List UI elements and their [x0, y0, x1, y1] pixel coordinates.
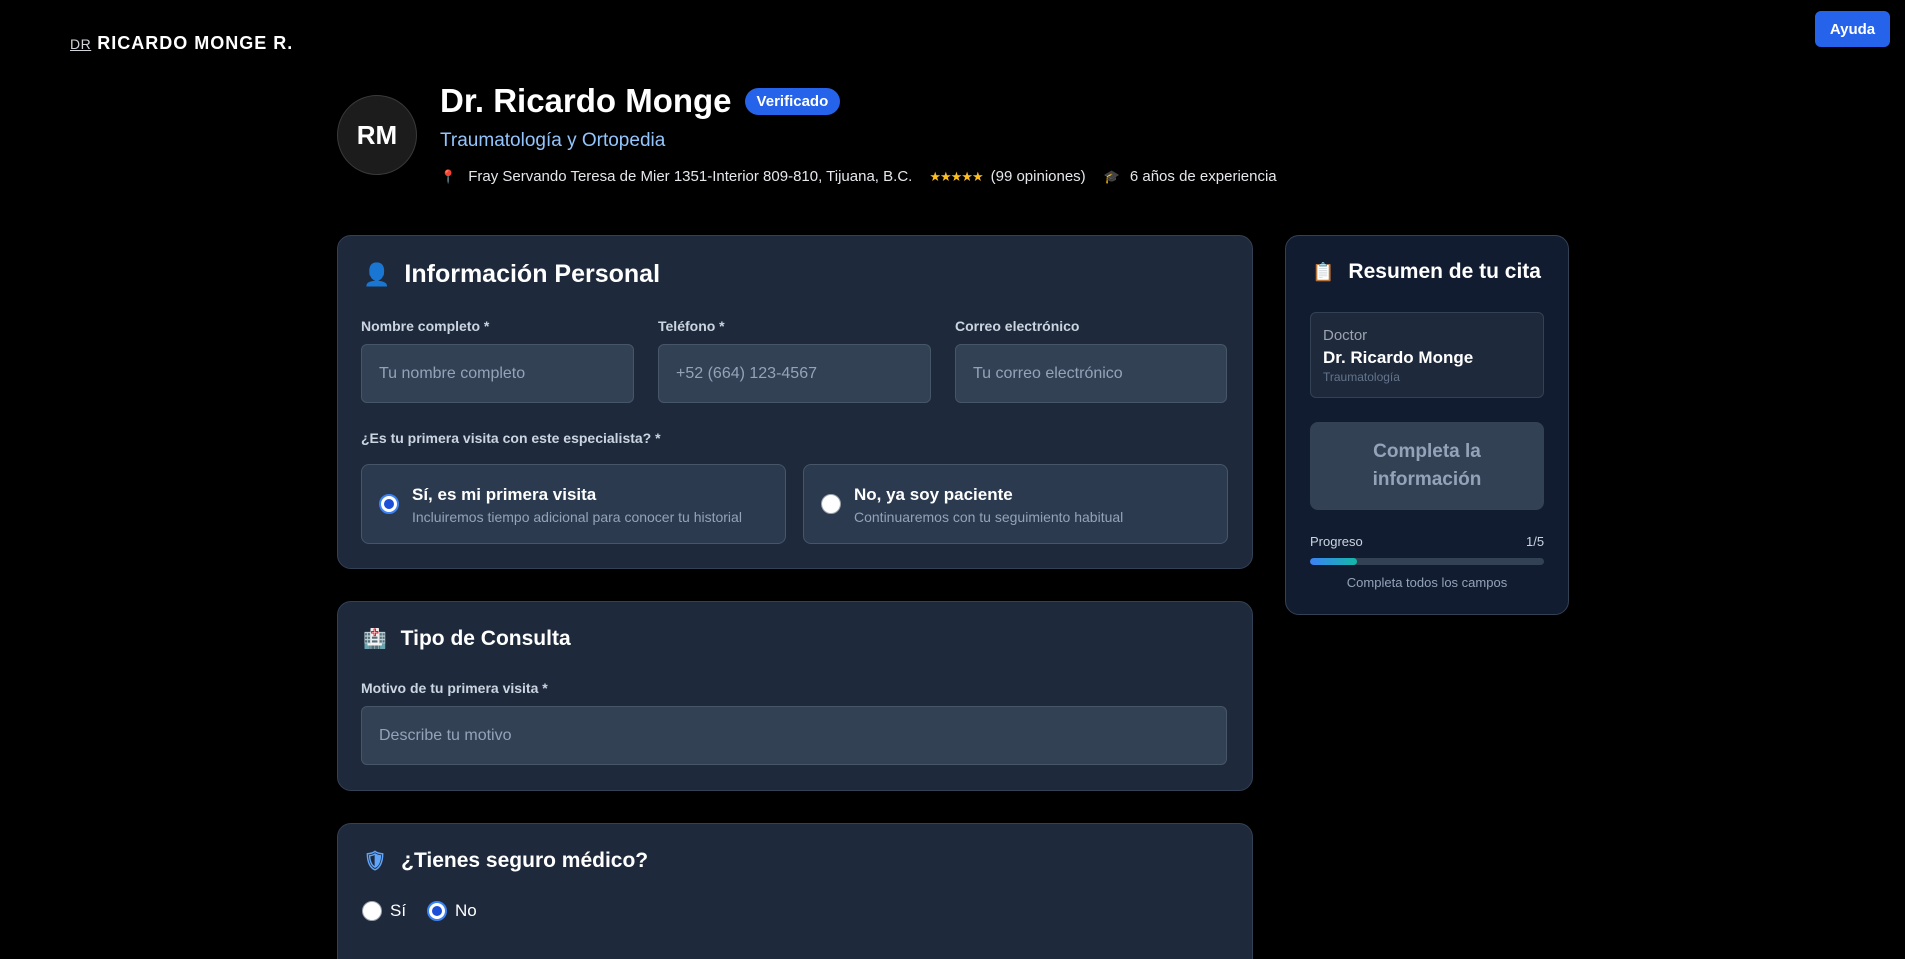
section-title: Resumen de tu cita — [1348, 260, 1541, 283]
first-visit-question: ¿Es tu primera visita con este especiali… — [361, 430, 661, 446]
help-button[interactable]: Ayuda — [1815, 11, 1890, 47]
summary-title: 📋 Resumen de tu cita — [1312, 260, 1541, 284]
option-title: Sí, es mi primera visita — [412, 485, 597, 504]
full-name-input[interactable] — [361, 344, 634, 403]
insurance-no-radio[interactable] — [427, 901, 447, 921]
section-title: ¿Tienes seguro médico? — [401, 849, 649, 872]
insurance-yes-radio[interactable] — [362, 901, 382, 921]
doctor-name-row: Dr. Ricardo Monge Verificado — [440, 82, 841, 120]
section-title: Tipo de Consulta — [400, 627, 571, 650]
email-input[interactable] — [955, 344, 1227, 403]
first-visit-yes-radio[interactable] — [379, 494, 399, 514]
insurance-yes-option[interactable]: Sí — [362, 901, 406, 921]
section-title: Información Personal — [404, 260, 661, 288]
progress-bar — [1310, 558, 1544, 565]
graduation-cap-icon: 🎓 — [1103, 168, 1120, 184]
name-label: Nombre completo * — [361, 318, 490, 334]
avatar: RM — [337, 95, 417, 175]
insurance-title: 🛡 ¿Tienes seguro médico? — [363, 849, 648, 873]
option-label: No — [455, 901, 477, 920]
phone-input[interactable] — [658, 344, 931, 403]
logo-name: RICARDO MONGE R. — [97, 33, 294, 53]
summary-doctor-label: Doctor — [1323, 327, 1368, 344]
doctor-address: Fray Servando Teresa de Mier 1351-Interi… — [468, 168, 913, 185]
insurance-card — [337, 823, 1253, 959]
brand-logo[interactable]: DR RICARDO MONGE R. — [70, 33, 293, 54]
clipboard-icon: 📋 — [1312, 261, 1335, 282]
complete-info-button[interactable]: Completa la información — [1310, 422, 1544, 510]
verified-badge: Verificado — [744, 87, 841, 115]
experience-text: 6 años de experiencia — [1129, 168, 1277, 185]
first-visit-no-radio[interactable] — [821, 494, 841, 514]
doctor-specialty: Traumatología y Ortopedia — [440, 130, 666, 151]
progress-count: 1/5 — [1526, 534, 1545, 549]
consultation-type-title: 🏥 Tipo de Consulta — [363, 627, 571, 651]
option-subtitle: Continuaremos con tu seguimiento habitua… — [854, 509, 1124, 525]
logo-prefix: DR — [70, 36, 92, 52]
email-label: Correo electrónico — [955, 318, 1080, 334]
summary-doctor-specialty: Traumatología — [1323, 370, 1400, 384]
shield-icon: 🛡 — [363, 851, 388, 872]
reason-label: Motivo de tu primera visita * — [361, 680, 548, 696]
rating-stars: ★★★★★ — [929, 168, 983, 184]
option-subtitle: Incluiremos tiempo adicional para conoce… — [412, 509, 742, 525]
first-visit-no-option[interactable]: No, ya soy paciente Continuaremos con tu… — [803, 464, 1228, 544]
phone-label: Teléfono * — [658, 318, 725, 334]
personal-info-title: 👤 Información Personal — [363, 260, 660, 289]
reason-input[interactable] — [361, 706, 1227, 765]
summary-doctor-name: Dr. Ricardo Monge — [1323, 348, 1474, 367]
summary-doctor-box: Doctor Dr. Ricardo Monge Traumatología — [1310, 312, 1544, 398]
review-count[interactable]: (99 opiniones) — [991, 168, 1086, 185]
progress-label: Progreso — [1310, 534, 1363, 549]
map-pin-icon: 📍 — [440, 168, 457, 184]
insurance-no-option[interactable]: No — [427, 901, 477, 921]
user-icon: 👤 — [363, 261, 391, 287]
hospital-icon: 🏥 — [363, 629, 387, 650]
first-visit-yes-option[interactable]: Sí, es mi primera visita Incluiremos tie… — [361, 464, 786, 544]
doctor-meta: 📍 Fray Servando Teresa de Mier 1351-Inte… — [440, 168, 1277, 185]
option-label: Sí — [390, 901, 407, 920]
progress-hint: Completa todos los campos — [1346, 575, 1508, 590]
doctor-name: Dr. Ricardo Monge — [440, 82, 732, 119]
progress-bar-fill — [1310, 558, 1357, 565]
option-title: No, ya soy paciente — [854, 485, 1013, 504]
